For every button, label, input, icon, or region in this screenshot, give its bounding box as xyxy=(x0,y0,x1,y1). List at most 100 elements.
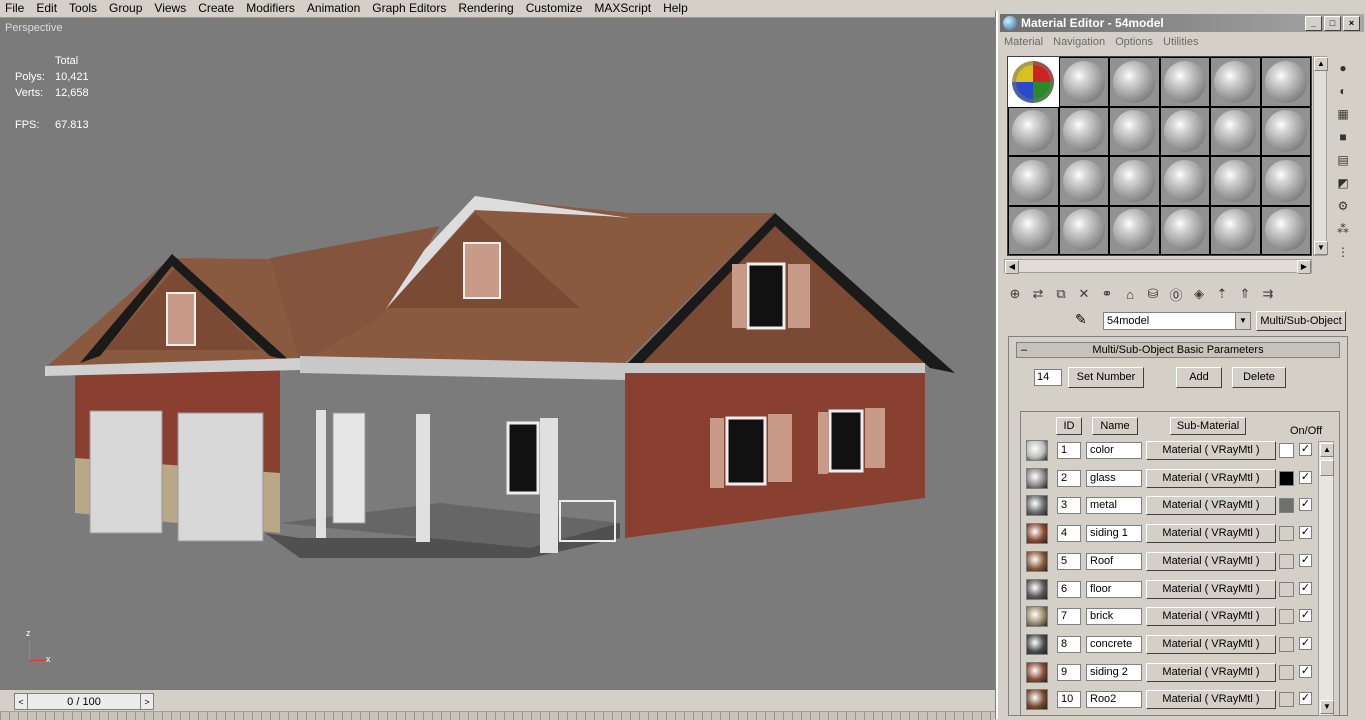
sub-material-button[interactable]: Material ( VRayMtl ) xyxy=(1146,579,1276,599)
sample-slot[interactable] xyxy=(1261,157,1310,205)
sub-name-field[interactable]: color xyxy=(1086,442,1142,459)
sample-slot[interactable] xyxy=(1110,107,1159,155)
make-copy-icon[interactable]: ⚭ xyxy=(1097,285,1117,303)
sub-material-button[interactable]: Material ( VRayMtl ) xyxy=(1146,662,1276,682)
scroll-down-arrow[interactable]: ▼ xyxy=(1320,700,1334,714)
sub-id-field[interactable]: 4 xyxy=(1057,525,1081,543)
add-button[interactable]: Add xyxy=(1176,367,1222,388)
sort-by-submaterial-button[interactable]: Sub-Material xyxy=(1170,417,1246,435)
menu-tools[interactable]: Tools xyxy=(63,0,103,17)
scroll-up-arrow[interactable]: ▲ xyxy=(1314,57,1328,71)
menu-edit[interactable]: Edit xyxy=(30,0,63,17)
minimize-button[interactable]: _ xyxy=(1305,16,1322,31)
scroll-down-arrow[interactable]: ▼ xyxy=(1314,241,1328,255)
menu-views[interactable]: Views xyxy=(148,0,192,17)
rollout-header[interactable]: – Multi/Sub-Object Basic Parameters xyxy=(1016,342,1340,358)
time-slider[interactable]: < 0 / 100 > xyxy=(14,693,154,710)
menu-group[interactable]: Group xyxy=(103,0,148,17)
slots-horizontal-scrollbar[interactable]: ◀ ▶ xyxy=(1004,259,1312,274)
me-menu-material[interactable]: Material xyxy=(1004,36,1053,48)
sample-slot[interactable] xyxy=(1211,157,1260,205)
sample-type-icon[interactable]: ● xyxy=(1334,58,1352,77)
sample-slot[interactable] xyxy=(1008,57,1059,107)
sample-slot[interactable] xyxy=(1160,206,1209,254)
sub-name-field[interactable]: glass xyxy=(1086,469,1142,487)
chevron-down-icon[interactable]: ▼ xyxy=(1235,313,1250,329)
sample-slot[interactable] xyxy=(1211,58,1260,106)
on-off-checkbox[interactable]: ✓ xyxy=(1299,636,1312,650)
sub-name-field[interactable]: Roof xyxy=(1086,552,1142,570)
backlight-icon[interactable]: ◐ xyxy=(1334,81,1352,100)
menu-rendering[interactable]: Rendering xyxy=(452,0,519,17)
perspective-viewport[interactable]: Perspective Total Polys: 10,421 Verts: 1… xyxy=(0,17,996,691)
sample-slot[interactable] xyxy=(1059,206,1108,254)
on-off-checkbox[interactable]: ✓ xyxy=(1299,443,1312,456)
options-icon[interactable]: ⚙ xyxy=(1334,196,1352,215)
material-editor-titlebar[interactable]: Material Editor - 54model _ □ × xyxy=(1000,14,1364,32)
sub-name-field[interactable]: siding 1 xyxy=(1086,525,1142,543)
on-off-checkbox[interactable]: ✓ xyxy=(1299,553,1312,567)
time-next-button[interactable]: > xyxy=(140,694,153,709)
sub-material-button[interactable]: Material ( VRayMtl ) xyxy=(1146,468,1276,488)
sub-id-field[interactable]: 9 xyxy=(1057,663,1081,681)
color-swatch[interactable] xyxy=(1279,526,1294,542)
sample-slot[interactable] xyxy=(1059,107,1108,155)
sort-by-id-button[interactable]: ID xyxy=(1056,417,1082,435)
on-off-checkbox[interactable]: ✓ xyxy=(1299,470,1312,484)
show-end-result-icon[interactable]: ⇡ xyxy=(1212,285,1232,303)
show-map-in-viewport-icon[interactable]: ◈ xyxy=(1189,285,1209,303)
maximize-button[interactable]: □ xyxy=(1324,16,1341,31)
material-swatch[interactable] xyxy=(1026,495,1048,517)
sub-id-field[interactable]: 2 xyxy=(1057,469,1081,487)
color-swatch[interactable] xyxy=(1279,664,1294,680)
menu-animation[interactable]: Animation xyxy=(301,0,366,17)
on-off-checkbox[interactable]: ✓ xyxy=(1299,609,1312,623)
pick-material-icon[interactable]: ✎ xyxy=(1075,311,1087,328)
on-off-checkbox[interactable]: ✓ xyxy=(1299,526,1312,540)
menu-modifiers[interactable]: Modifiers xyxy=(240,0,301,17)
color-swatch[interactable] xyxy=(1279,609,1294,625)
go-to-parent-icon[interactable]: ⇑ xyxy=(1235,285,1255,303)
scroll-thumb[interactable] xyxy=(1320,460,1334,476)
sub-material-button[interactable]: Material ( VRayMtl ) xyxy=(1146,441,1276,460)
me-menu-navigation[interactable]: Navigation xyxy=(1053,36,1115,48)
make-unique-icon[interactable]: ⌂ xyxy=(1120,285,1140,303)
close-button[interactable]: × xyxy=(1343,16,1360,31)
material-name-field[interactable]: 54model ▼ xyxy=(1103,312,1251,330)
material-swatch[interactable] xyxy=(1026,633,1048,655)
sub-id-field[interactable]: 5 xyxy=(1057,552,1081,570)
material-swatch[interactable] xyxy=(1026,689,1048,711)
select-by-material-icon[interactable]: ⁂ xyxy=(1334,219,1352,238)
color-swatch[interactable] xyxy=(1279,470,1294,486)
material-count-field[interactable]: 14 xyxy=(1034,369,1062,386)
sample-slot[interactable] xyxy=(1261,58,1310,106)
menu-maxscript[interactable]: MAXScript xyxy=(588,0,657,17)
menu-customize[interactable]: Customize xyxy=(520,0,589,17)
menu-create[interactable]: Create xyxy=(192,0,240,17)
sub-material-button[interactable]: Material ( VRayMtl ) xyxy=(1146,551,1276,571)
sub-material-button[interactable]: Material ( VRayMtl ) xyxy=(1146,690,1276,710)
background-checker-icon[interactable]: ▦ xyxy=(1334,104,1352,123)
sample-slot[interactable] xyxy=(1110,58,1159,106)
on-off-checkbox[interactable]: ✓ xyxy=(1299,581,1312,595)
house-model[interactable] xyxy=(0,18,996,691)
color-swatch[interactable] xyxy=(1279,581,1294,597)
sort-by-name-button[interactable]: Name xyxy=(1092,417,1138,435)
put-to-library-icon[interactable]: ⛁ xyxy=(1143,285,1163,303)
sub-id-field[interactable]: 7 xyxy=(1057,608,1081,626)
on-off-checkbox[interactable]: ✓ xyxy=(1299,498,1312,512)
sub-material-button[interactable]: Material ( VRayMtl ) xyxy=(1146,524,1276,544)
color-swatch[interactable] xyxy=(1279,443,1294,458)
sub-name-field[interactable]: siding 2 xyxy=(1086,663,1142,681)
color-swatch[interactable] xyxy=(1279,498,1294,514)
sample-slot[interactable] xyxy=(1160,157,1209,205)
sub-id-field[interactable]: 8 xyxy=(1057,635,1081,653)
sub-name-field[interactable]: brick xyxy=(1086,608,1142,626)
list-vertical-scrollbar[interactable]: ▲ ▼ xyxy=(1318,441,1334,716)
sample-slot[interactable] xyxy=(1059,157,1108,205)
on-off-checkbox[interactable]: ✓ xyxy=(1299,692,1312,706)
sample-uv-tiling-icon[interactable]: ■ xyxy=(1334,127,1352,146)
sub-material-button[interactable]: Material ( VRayMtl ) xyxy=(1146,607,1276,627)
sub-name-field[interactable]: Roo2 xyxy=(1086,691,1142,709)
color-swatch[interactable] xyxy=(1279,636,1294,652)
